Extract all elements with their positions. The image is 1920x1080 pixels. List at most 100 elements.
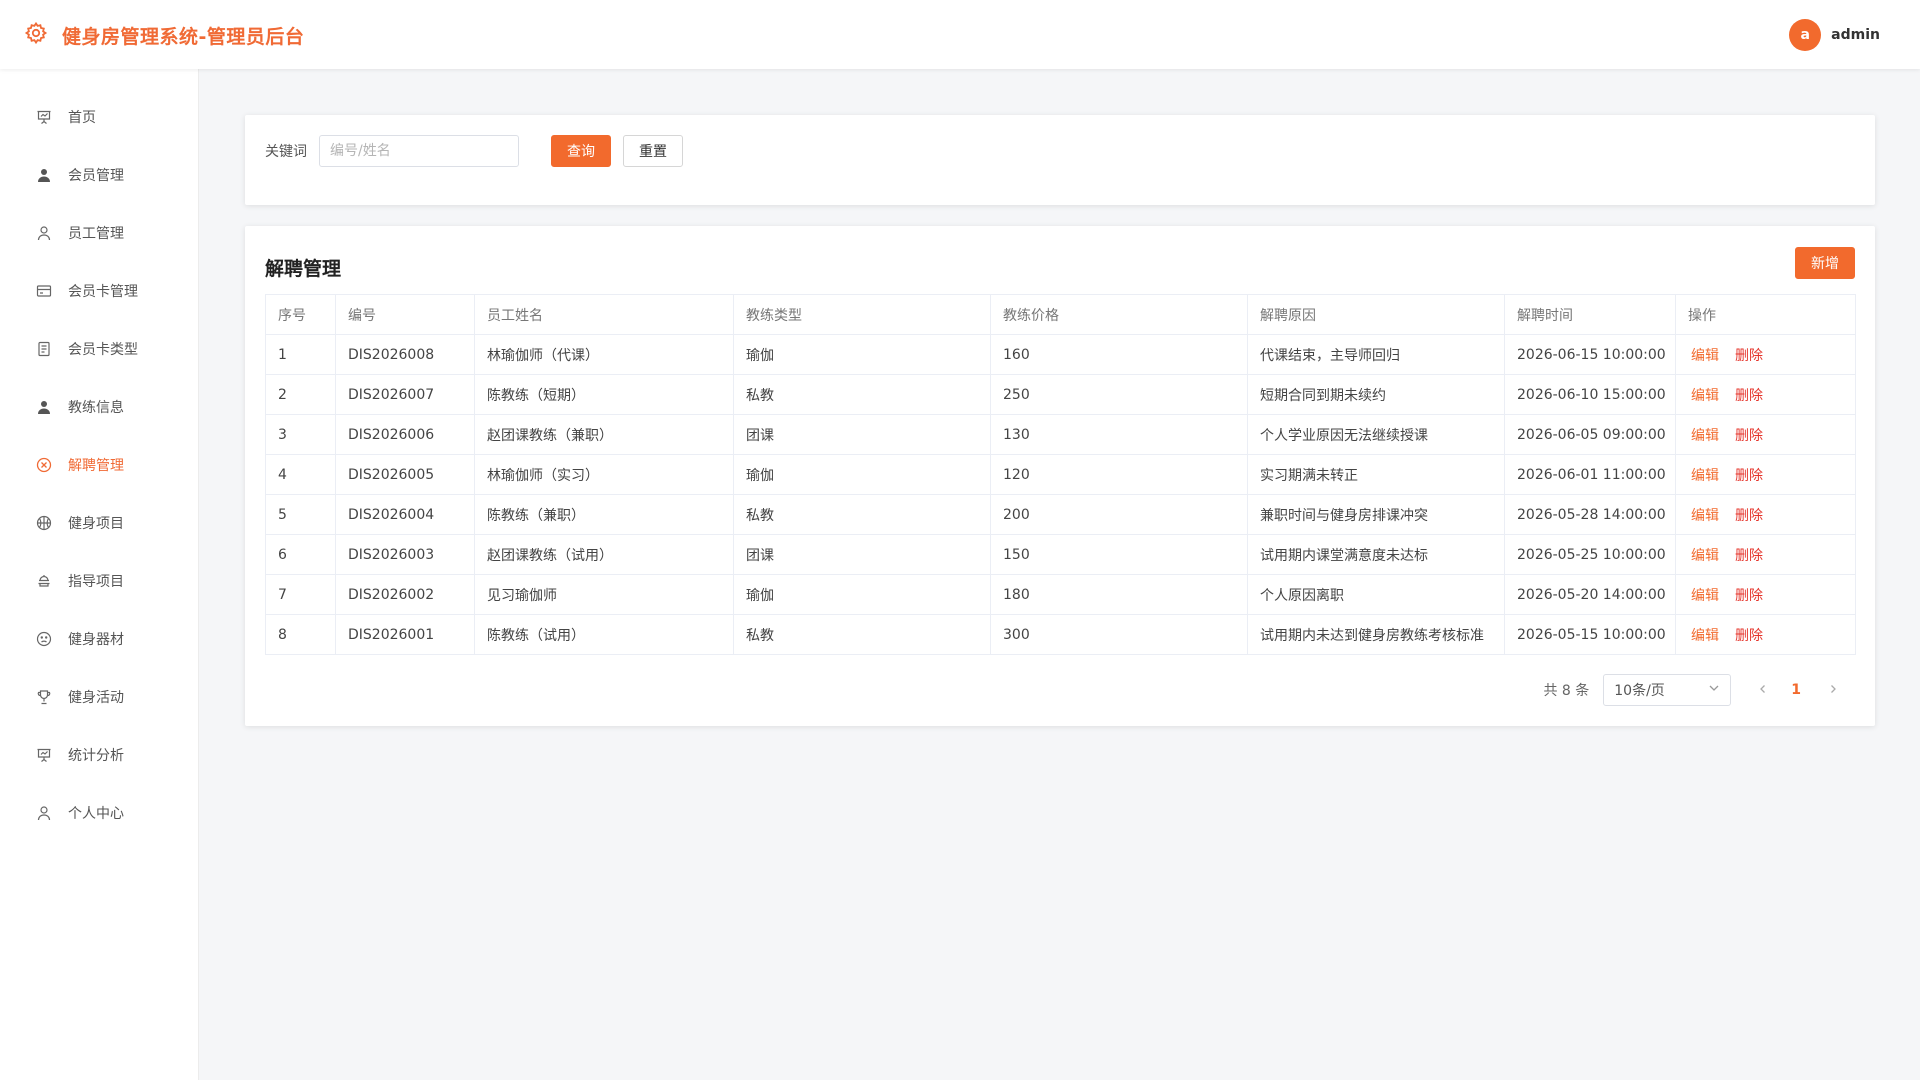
sidebar-item-label: 首页 bbox=[68, 110, 96, 126]
search-panel: 关键词 查询 重置 bbox=[245, 115, 1875, 205]
sidebar-item-label: 教练信息 bbox=[68, 400, 124, 416]
cell-reason: 实习期满未转正 bbox=[1247, 454, 1505, 495]
cell-price: 300 bbox=[990, 614, 1248, 655]
edit-link[interactable]: 编辑 bbox=[1691, 548, 1719, 564]
cell-price: 250 bbox=[990, 374, 1248, 415]
chevron-left-icon bbox=[1758, 682, 1768, 698]
delete-link[interactable]: 删除 bbox=[1735, 548, 1763, 564]
cell-price: 200 bbox=[990, 494, 1248, 535]
cell-actions: 编辑 删除 bbox=[1675, 534, 1856, 575]
sidebar-item-7[interactable]: 解聘管理 bbox=[0, 445, 199, 485]
cell-type: 私教 bbox=[733, 494, 991, 535]
table-row: 5 DIS2026004 陈教练（兼职） 私教 200 兼职时间与健身房排课冲突 2026-… bbox=[265, 494, 1856, 535]
sidebar-item-12[interactable]: 统计分析 bbox=[0, 735, 199, 775]
cell-actions: 编辑 删除 bbox=[1675, 494, 1856, 535]
sidebar-item-3[interactable]: 员工管理 bbox=[0, 213, 199, 253]
cell-code: DIS2026007 bbox=[335, 374, 475, 415]
sidebar-item-11[interactable]: 健身活动 bbox=[0, 677, 199, 717]
document-icon bbox=[35, 340, 53, 358]
prev-page-button[interactable] bbox=[1751, 678, 1775, 702]
edit-link[interactable]: 编辑 bbox=[1691, 508, 1719, 524]
next-page-button[interactable] bbox=[1821, 678, 1845, 702]
sidebar-item-8[interactable]: 健身项目 bbox=[0, 503, 199, 543]
edit-link[interactable]: 编辑 bbox=[1691, 388, 1719, 404]
circle-close-icon bbox=[35, 456, 53, 474]
edit-link[interactable]: 编辑 bbox=[1691, 348, 1719, 364]
sidebar-item-9[interactable]: 指导项目 bbox=[0, 561, 199, 601]
page-size-select[interactable]: 10条/页 bbox=[1603, 674, 1732, 706]
cell-name: 见习瑜伽师 bbox=[474, 574, 734, 615]
delete-link[interactable]: 删除 bbox=[1735, 388, 1763, 404]
edit-link[interactable]: 编辑 bbox=[1691, 628, 1719, 644]
sidebar-item-1[interactable]: 首页 bbox=[0, 97, 199, 137]
cell-time: 2026-05-25 10:00:00 bbox=[1504, 534, 1676, 575]
cell-code: DIS2026008 bbox=[335, 334, 475, 375]
sidebar-item-4[interactable]: 会员卡管理 bbox=[0, 271, 199, 311]
column-header: 教练价格 bbox=[990, 294, 1248, 335]
add-button[interactable]: 新增 bbox=[1795, 247, 1855, 279]
sidebar-item-label: 健身器材 bbox=[68, 632, 124, 648]
table-row: 3 DIS2026006 赵团课教练（兼职） 团课 130 个人学业原因无法继续授课 202… bbox=[265, 414, 1856, 455]
cell-name: 陈教练（试用） bbox=[474, 614, 734, 655]
sidebar-item-2[interactable]: 会员管理 bbox=[0, 155, 199, 195]
username[interactable]: admin bbox=[1831, 27, 1880, 43]
cell-index: 2 bbox=[265, 374, 336, 415]
cell-index: 8 bbox=[265, 614, 336, 655]
cell-name: 林瑜伽师（实习） bbox=[474, 454, 734, 495]
chevron-down-icon bbox=[1708, 682, 1720, 698]
table-row: 7 DIS2026002 见习瑜伽师 瑜伽 180 个人原因离职 2026-05-20 14… bbox=[265, 574, 1856, 615]
sidebar-item-13[interactable]: 个人中心 bbox=[0, 793, 199, 833]
sidebar: 首页会员管理员工管理会员卡管理会员卡类型教练信息解聘管理健身项目指导项目健身器材… bbox=[0, 69, 199, 1080]
total-count: 共 8 条 bbox=[1543, 683, 1590, 699]
sidebar-item-5[interactable]: 会员卡类型 bbox=[0, 329, 199, 369]
sidebar-item-6[interactable]: 教练信息 bbox=[0, 387, 199, 427]
cell-code: DIS2026002 bbox=[335, 574, 475, 615]
delete-link[interactable]: 删除 bbox=[1735, 628, 1763, 644]
delete-link[interactable]: 删除 bbox=[1735, 588, 1763, 604]
cell-code: DIS2026006 bbox=[335, 414, 475, 455]
user-menu[interactable]: a admin bbox=[1789, 19, 1880, 51]
sidebar-item-label: 健身项目 bbox=[68, 516, 124, 532]
column-header: 员工姓名 bbox=[474, 294, 734, 335]
cell-index: 4 bbox=[265, 454, 336, 495]
cell-time: 2026-06-05 09:00:00 bbox=[1504, 414, 1676, 455]
avatar[interactable]: a bbox=[1789, 19, 1822, 51]
query-button[interactable]: 查询 bbox=[551, 135, 611, 167]
sidebar-item-label: 统计分析 bbox=[68, 748, 124, 764]
page-number-current[interactable]: 1 bbox=[1791, 682, 1801, 698]
cell-index: 3 bbox=[265, 414, 336, 455]
chevron-right-icon bbox=[1828, 682, 1838, 698]
cell-reason: 兼职时间与健身房排课冲突 bbox=[1247, 494, 1505, 535]
edit-link[interactable]: 编辑 bbox=[1691, 588, 1719, 604]
page-size-value: 10条/页 bbox=[1614, 683, 1665, 699]
cell-index: 1 bbox=[265, 334, 336, 375]
cell-index: 7 bbox=[265, 574, 336, 615]
sidebar-item-label: 解聘管理 bbox=[68, 458, 124, 474]
column-header: 编号 bbox=[335, 294, 475, 335]
delete-link[interactable]: 删除 bbox=[1735, 468, 1763, 484]
delete-link[interactable]: 删除 bbox=[1735, 428, 1763, 444]
cell-type: 瑜伽 bbox=[733, 574, 991, 615]
credit-card-icon bbox=[35, 282, 53, 300]
app-title: 健身房管理系统-管理员后台 bbox=[62, 25, 305, 48]
presentation-board-icon bbox=[35, 746, 53, 764]
edit-link[interactable]: 编辑 bbox=[1691, 468, 1719, 484]
keyword-input[interactable] bbox=[319, 135, 519, 167]
cell-type: 瑜伽 bbox=[733, 454, 991, 495]
cell-code: DIS2026003 bbox=[335, 534, 475, 575]
cell-reason: 个人原因离职 bbox=[1247, 574, 1505, 615]
sidebar-item-label: 会员卡类型 bbox=[68, 342, 138, 358]
sidebar-item-10[interactable]: 健身器材 bbox=[0, 619, 199, 659]
cell-code: DIS2026005 bbox=[335, 454, 475, 495]
cell-time: 2026-05-15 10:00:00 bbox=[1504, 614, 1676, 655]
reset-button[interactable]: 重置 bbox=[623, 135, 683, 167]
page-title: 解聘管理 bbox=[265, 258, 342, 280]
cell-index: 5 bbox=[265, 494, 336, 535]
edit-link[interactable]: 编辑 bbox=[1691, 428, 1719, 444]
cell-name: 林瑜伽师（代课） bbox=[474, 334, 734, 375]
sidebar-item-label: 健身活动 bbox=[68, 690, 124, 706]
trophy-icon bbox=[35, 688, 53, 706]
delete-link[interactable]: 删除 bbox=[1735, 348, 1763, 364]
delete-link[interactable]: 删除 bbox=[1735, 508, 1763, 524]
user-filled-icon bbox=[35, 398, 53, 416]
